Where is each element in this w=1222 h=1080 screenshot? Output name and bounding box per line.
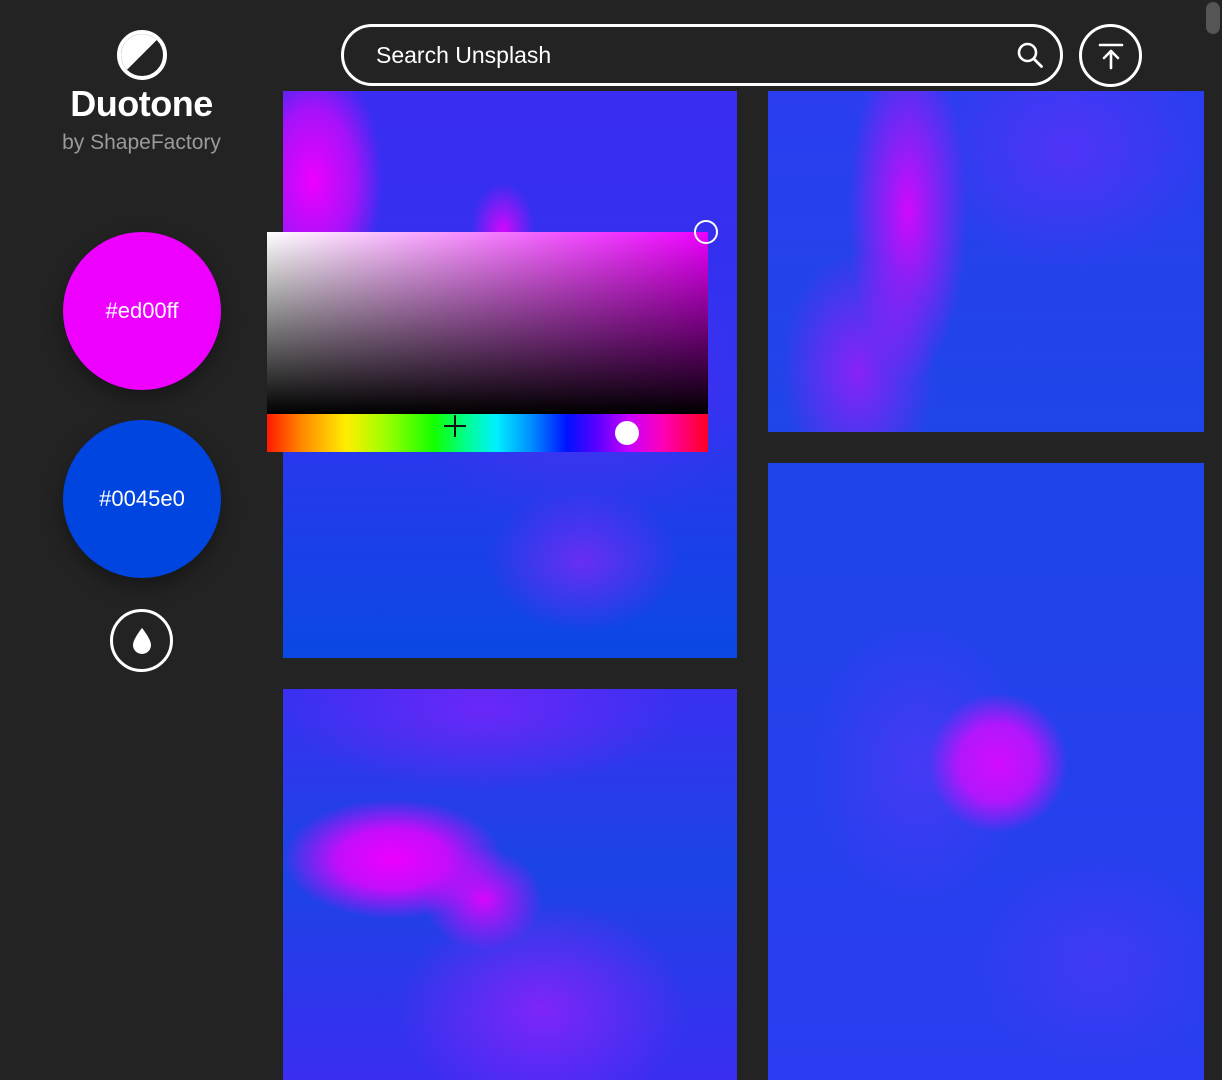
search-icon[interactable] <box>1014 39 1046 71</box>
light-color-swatch[interactable]: #ed00ff <box>63 232 221 390</box>
sidebar: Duotone by ShapeFactory #ed00ff #0045e0 <box>0 0 283 1080</box>
light-color-label: #ed00ff <box>105 298 179 323</box>
arrow-up-to-line-icon <box>1098 43 1123 69</box>
saturation-area[interactable] <box>267 232 708 414</box>
photo-card[interactable] <box>768 463 1204 1080</box>
dark-color-swatch[interactable]: #0045e0 <box>63 420 221 578</box>
duotone-logo-icon <box>117 30 167 80</box>
scrollbar-thumb[interactable] <box>1206 2 1220 34</box>
hue-slider[interactable] <box>267 414 708 452</box>
saturation-handle[interactable] <box>694 220 718 244</box>
water-drop-icon <box>132 627 151 654</box>
dark-color-label: #0045e0 <box>99 486 185 511</box>
crosshair-cursor-icon <box>444 415 466 437</box>
app-title: Duotone <box>70 83 213 124</box>
app-byline: by ShapeFactory <box>62 131 221 154</box>
color-picker-popover <box>267 220 718 452</box>
search-input[interactable] <box>376 41 1014 69</box>
photo-card[interactable] <box>768 91 1204 432</box>
hue-slider-handle[interactable] <box>615 421 639 445</box>
photo-card[interactable] <box>283 689 737 1080</box>
swap-colors-button[interactable] <box>110 609 173 672</box>
scroll-to-top-button[interactable] <box>1079 24 1142 87</box>
search-bar <box>341 24 1063 86</box>
